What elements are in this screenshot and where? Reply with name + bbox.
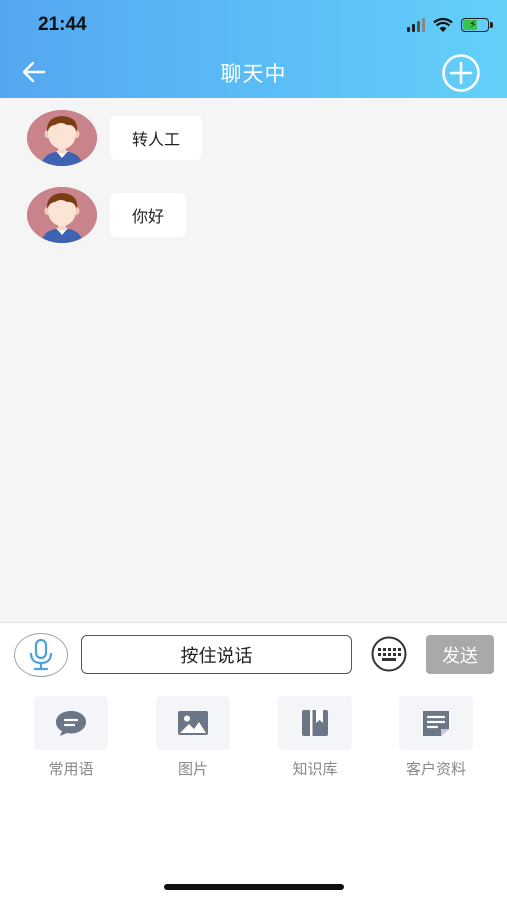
header: 21:44 ⚡ 聊天中 (0, 0, 507, 98)
tool-icon-box (34, 696, 108, 750)
tool-common-phrases[interactable]: 常用语 (26, 696, 116, 779)
tool-customer-info[interactable]: 客户资料 (391, 696, 481, 779)
user-avatar-icon (27, 187, 97, 243)
tool-label: 图片 (177, 760, 208, 778)
send-button[interactable]: 发送 (426, 635, 494, 674)
message-row: 转人工 (27, 110, 203, 166)
avatar[interactable] (27, 187, 97, 243)
avatar[interactable] (27, 110, 97, 166)
message-row: 你好 (27, 187, 187, 243)
add-button[interactable] (441, 53, 481, 93)
tool-icon-box (278, 696, 352, 750)
microphone-icon (29, 638, 53, 671)
message-bubble[interactable]: 你好 (110, 193, 187, 237)
keyboard-icon (371, 636, 407, 672)
voice-toggle-button[interactable] (14, 633, 68, 677)
tool-icon-box (156, 696, 230, 750)
tool-image[interactable]: 图片 (148, 696, 238, 779)
page-title: 聊天中 (220, 62, 287, 86)
message-bubble[interactable]: 转人工 (110, 116, 203, 160)
tool-label: 常用语 (48, 760, 94, 778)
tool-icon-box (399, 696, 473, 750)
cellular-signal-icon (407, 18, 425, 32)
wifi-icon (433, 17, 453, 32)
keyboard-toggle-button[interactable] (367, 636, 411, 672)
hold-to-talk-button[interactable]: 按住说话 (81, 635, 352, 674)
status-icons: ⚡ (407, 16, 493, 34)
battery-icon: ⚡ (461, 18, 493, 32)
tool-label: 客户资料 (405, 760, 466, 778)
tools-panel: 常用语 图片 知识库 客户资料 (0, 686, 507, 816)
image-icon (178, 711, 208, 735)
document-icon (423, 711, 449, 736)
status-time: 21:44 (38, 14, 87, 35)
user-avatar-icon (27, 110, 97, 166)
input-bar: 按住说话 发送 (0, 622, 507, 686)
tool-knowledge-base[interactable]: 知识库 (270, 696, 360, 779)
chat-bubble-icon (56, 711, 86, 736)
chat-area[interactable]: 转人工 你好 (0, 98, 507, 622)
book-icon (302, 710, 328, 736)
plus-circle-icon (442, 54, 480, 92)
home-indicator[interactable] (164, 884, 344, 890)
tool-label: 知识库 (292, 760, 338, 778)
